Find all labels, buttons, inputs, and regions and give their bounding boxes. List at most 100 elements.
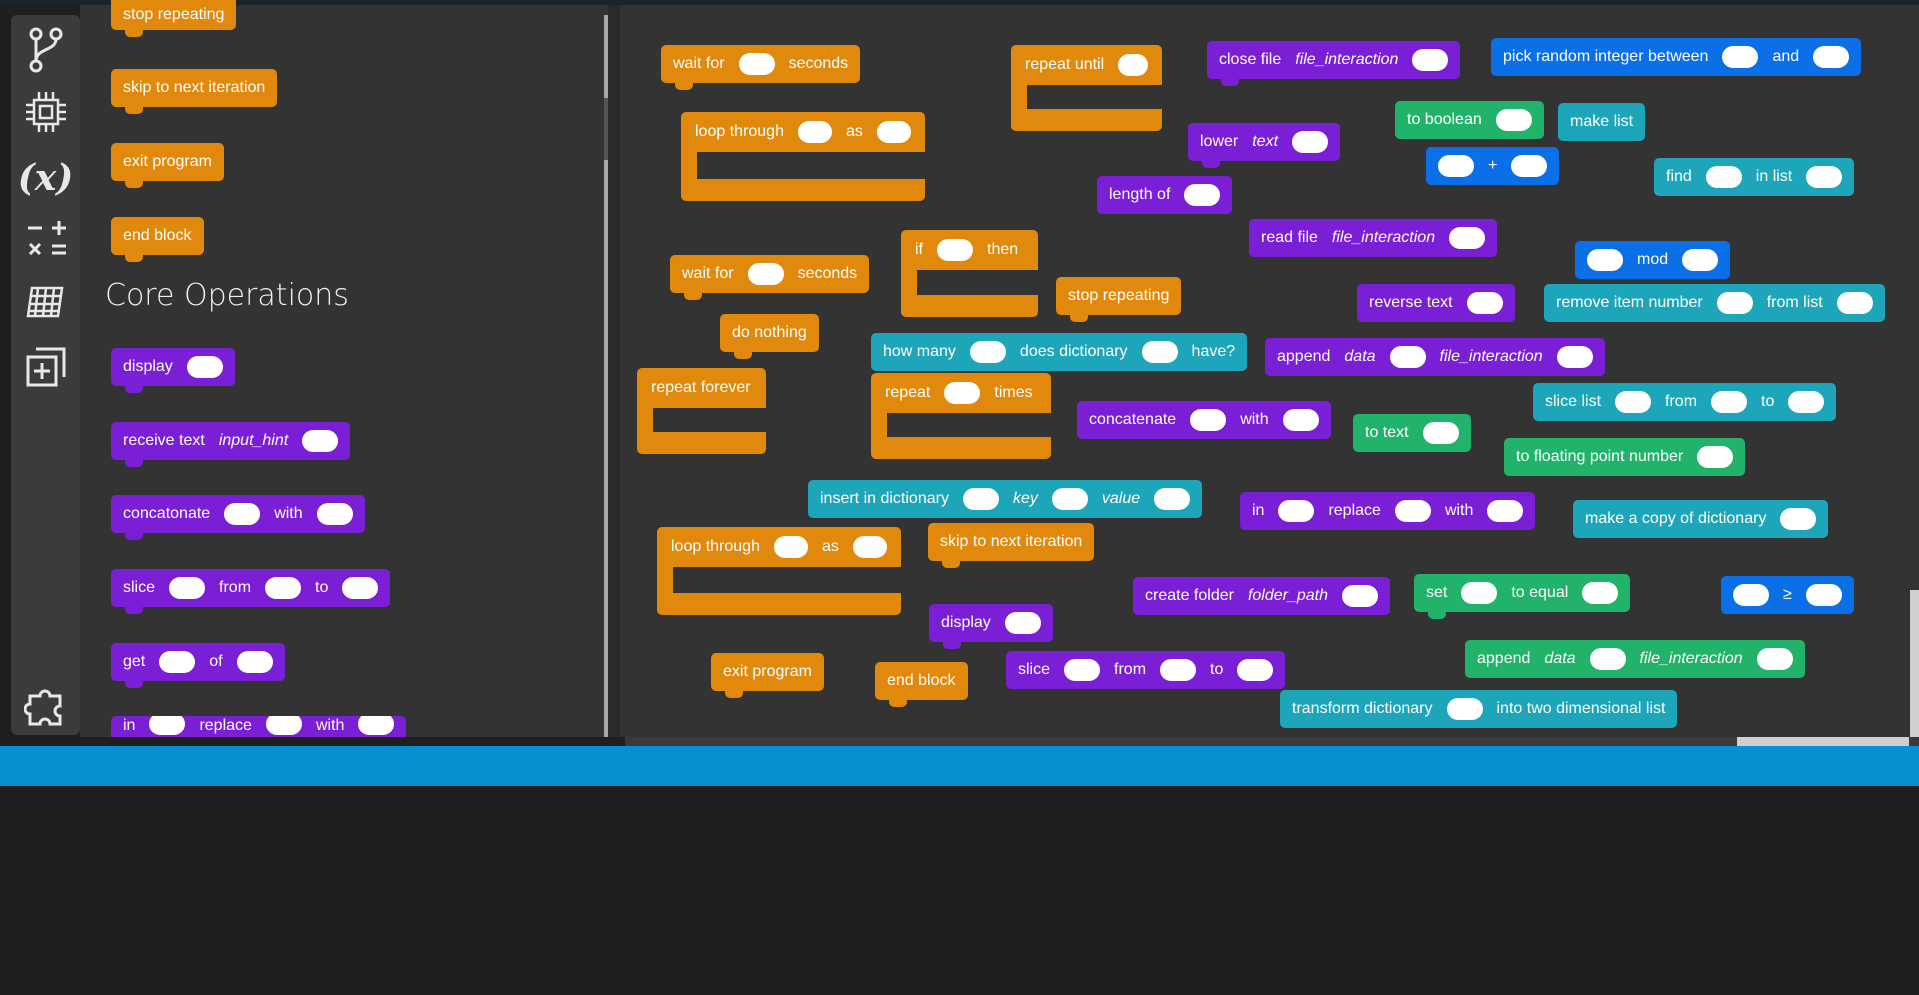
ws-block-reverse-text[interactable]: reverse text: [1357, 284, 1515, 322]
ws-block-create-folder[interactable]: create folder folder_path: [1133, 577, 1390, 615]
input-slot[interactable]: [876, 121, 911, 143]
ws-block-concatenate[interactable]: concatenate with: [1077, 401, 1331, 439]
palette-block-exit-program[interactable]: exit program: [111, 143, 224, 188]
input-slot[interactable]: [1389, 346, 1426, 368]
input-slot[interactable]: [236, 651, 273, 673]
input-slot[interactable]: [1582, 582, 1619, 604]
input-slot[interactable]: [1466, 292, 1503, 314]
input-slot[interactable]: [773, 536, 809, 558]
ws-block-stop-repeating[interactable]: stop repeating: [1056, 277, 1182, 322]
ws-block-make-list[interactable]: make list: [1558, 103, 1646, 141]
ws-block-read-file[interactable]: read file file_interaction: [1249, 219, 1498, 257]
ws-block-wait-for[interactable]: wait for seconds: [661, 45, 861, 90]
ws-block-skip-iteration[interactable]: skip to next iteration: [928, 523, 1095, 568]
chip-icon[interactable]: [19, 85, 72, 138]
input-slot[interactable]: [1589, 648, 1626, 670]
puzzle-icon[interactable]: [19, 677, 72, 730]
input-slot[interactable]: [1154, 488, 1191, 510]
ws-block-transform-dict[interactable]: transform dictionary into two dimensional…: [1280, 690, 1678, 728]
palette-block-stop-repeating[interactable]: stop repeating: [111, 0, 237, 37]
input-slot[interactable]: [186, 356, 223, 378]
ws-block-remove-item[interactable]: remove item number from list: [1544, 284, 1885, 322]
input-slot[interactable]: [1615, 391, 1652, 413]
input-slot[interactable]: [1813, 46, 1850, 68]
input-slot[interactable]: [1422, 422, 1459, 444]
ws-block-slice-list[interactable]: slice list from to: [1533, 383, 1837, 421]
input-slot[interactable]: [1282, 409, 1319, 431]
input-slot[interactable]: [159, 651, 196, 673]
input-slot[interactable]: [1711, 391, 1748, 413]
input-slot[interactable]: [969, 341, 1006, 363]
input-slot[interactable]: [1682, 249, 1719, 271]
input-slot[interactable]: [1806, 166, 1843, 188]
workspace-h-scrollbar[interactable]: [625, 737, 1919, 746]
palette-block-display[interactable]: display: [111, 348, 235, 393]
ws-block-how-many[interactable]: how many does dictionary have?: [871, 333, 1248, 371]
ws-block-wait-for-2[interactable]: wait for seconds: [670, 255, 870, 300]
input-slot[interactable]: [1511, 155, 1548, 177]
input-slot[interactable]: [358, 716, 395, 735]
input-slot[interactable]: [1705, 166, 1742, 188]
ws-block-display[interactable]: display: [929, 604, 1053, 649]
input-slot[interactable]: [1788, 391, 1825, 413]
ws-block-gte[interactable]: ≥: [1721, 576, 1854, 614]
input-slot[interactable]: [1756, 648, 1793, 670]
input-slot[interactable]: [1780, 508, 1817, 530]
ws-block-mod[interactable]: mod: [1575, 241, 1731, 279]
ws-block-append-file[interactable]: append data file_interaction: [1265, 338, 1605, 376]
input-slot[interactable]: [1438, 155, 1474, 177]
input-slot[interactable]: [1716, 292, 1753, 314]
palette-block-get[interactable]: get of: [111, 643, 285, 688]
variable-icon[interactable]: (x): [18, 151, 74, 204]
input-slot[interactable]: [1487, 500, 1524, 522]
input-slot[interactable]: [944, 382, 981, 404]
input-slot[interactable]: [1733, 584, 1769, 606]
workspace-h-scroll-thumb[interactable]: [1737, 737, 1909, 746]
input-slot[interactable]: [1587, 249, 1623, 271]
input-slot[interactable]: [302, 430, 339, 452]
input-slot[interactable]: [937, 239, 973, 261]
input-slot[interactable]: [1412, 49, 1449, 71]
input-slot[interactable]: [797, 121, 833, 143]
input-slot[interactable]: [962, 488, 999, 510]
palette-block-skip-iteration[interactable]: skip to next iteration: [111, 69, 278, 114]
input-slot[interactable]: [1278, 500, 1315, 522]
palette-block-receive-text[interactable]: receive text input_hint: [111, 422, 351, 467]
workspace-v-scroll-thumb[interactable]: [1910, 590, 1919, 737]
input-slot[interactable]: [1449, 227, 1486, 249]
ws-block-length-of[interactable]: length of: [1097, 176, 1233, 214]
input-slot[interactable]: [1836, 292, 1873, 314]
ws-block-in-replace[interactable]: in replace with: [1240, 492, 1536, 530]
input-slot[interactable]: [1004, 612, 1041, 634]
input-slot[interactable]: [1160, 659, 1197, 681]
branch-icon[interactable]: [19, 23, 72, 76]
palette-block-end-block[interactable]: end block: [111, 217, 204, 262]
input-slot[interactable]: [1394, 500, 1431, 522]
input-slot[interactable]: [738, 53, 775, 75]
input-slot[interactable]: [1556, 346, 1593, 368]
ws-block-lower[interactable]: lower text: [1188, 123, 1341, 168]
input-slot[interactable]: [1292, 131, 1329, 153]
ws-block-pick-random[interactable]: pick random integer between and: [1491, 38, 1862, 76]
input-slot[interactable]: [1141, 341, 1178, 363]
input-slot[interactable]: [747, 263, 784, 285]
ws-block-slice[interactable]: slice from to: [1006, 651, 1286, 689]
math-icon[interactable]: [19, 213, 72, 266]
input-slot[interactable]: [316, 503, 353, 525]
input-slot[interactable]: [852, 536, 887, 558]
input-slot[interactable]: [1190, 409, 1227, 431]
ws-block-to-boolean[interactable]: to boolean: [1395, 101, 1544, 139]
input-slot[interactable]: [1051, 488, 1088, 510]
input-slot[interactable]: [1722, 46, 1759, 68]
ws-block-insert-dict[interactable]: insert in dictionary key value: [808, 480, 1203, 518]
ws-block-to-text[interactable]: to text: [1353, 414, 1471, 452]
input-slot[interactable]: [1697, 446, 1734, 468]
grid-icon[interactable]: [19, 275, 72, 328]
input-slot[interactable]: [149, 716, 186, 735]
ws-block-do-nothing[interactable]: do nothing: [720, 314, 819, 359]
input-slot[interactable]: [1237, 659, 1274, 681]
input-slot[interactable]: [1805, 584, 1842, 606]
palette-block-in-replace[interactable]: in replace with: [111, 716, 407, 737]
ws-block-end-block[interactable]: end block: [875, 662, 968, 707]
ws-block-find-in-list[interactable]: find in list: [1654, 158, 1855, 196]
